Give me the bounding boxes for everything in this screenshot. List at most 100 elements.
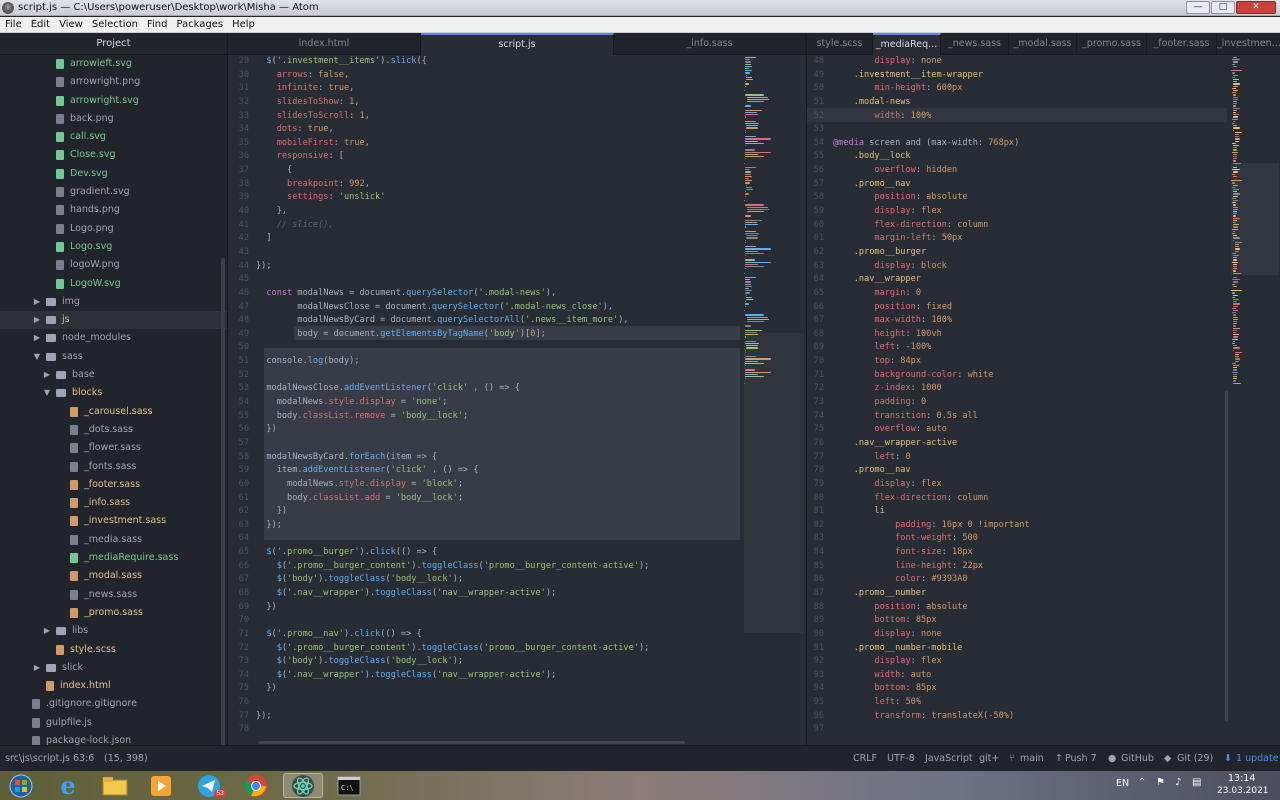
tree-item[interactable]: Logo.png — [0, 220, 227, 238]
tree-item[interactable]: arrowright.svg — [0, 92, 227, 110]
chevron-right-icon[interactable]: ▶ — [42, 366, 52, 384]
chrome-icon[interactable] — [236, 773, 276, 798]
menu-edit[interactable]: Edit — [31, 19, 50, 30]
clock-date[interactable]: 23.03.2021 — [1217, 786, 1269, 796]
tree-item[interactable]: style.scss — [0, 641, 227, 659]
tree-item[interactable]: Dev.svg — [0, 165, 227, 183]
tree-scrollbar[interactable] — [221, 258, 225, 748]
tray-expand-icon[interactable]: ⌃ — [1138, 777, 1146, 788]
status-git[interactable]: Git (29) — [1177, 753, 1213, 764]
tree-item[interactable]: _dots.sass — [0, 421, 227, 439]
tree-item[interactable]: _promo.sass — [0, 604, 227, 622]
volume-icon[interactable]: ♪ — [1175, 777, 1181, 788]
internet-explorer-icon[interactable]: e — [48, 771, 88, 800]
tree-item[interactable]: .gitignore.gitignore — [0, 695, 227, 713]
tree-item[interactable]: gulpfile.js — [0, 714, 227, 732]
tree-item[interactable]: gradient.svg — [0, 183, 227, 201]
tree-item[interactable]: ▼ sass — [0, 348, 227, 366]
tree-item[interactable]: ▶ libs — [0, 622, 227, 640]
code-editor-right[interactable]: display: none .investment__item-wrapper … — [833, 55, 1030, 737]
editor-tab[interactable]: _modal.sass — [1009, 33, 1077, 55]
status-grammar[interactable]: JavaScript — [925, 753, 973, 764]
editor-tab[interactable]: _info.sass — [614, 33, 806, 55]
code-editor[interactable]: $('.investment__items').slick({ arrows: … — [256, 55, 649, 737]
minimize-button[interactable]: — — [1186, 1, 1210, 14]
minimap-right[interactable] — [1231, 55, 1279, 745]
close-button[interactable]: ✕ — [1236, 1, 1276, 14]
tree-item[interactable]: _carousel.sass — [0, 403, 227, 421]
status-line-ending[interactable]: CRLF — [853, 753, 877, 764]
editor-tab[interactable]: _mediaReq... — [873, 33, 941, 55]
tree-item[interactable]: _mediaRequire.sass — [0, 549, 227, 567]
chevron-right-icon[interactable]: ▶ — [32, 311, 42, 329]
chevron-down-icon[interactable]: ▼ — [32, 348, 42, 366]
maximize-button[interactable]: □ — [1211, 1, 1235, 14]
tree-item[interactable]: _investment.sass — [0, 512, 227, 530]
tree-item[interactable]: back.png — [0, 110, 227, 128]
vertical-scrollbar-right[interactable] — [1225, 391, 1228, 721]
tree-item[interactable]: package-lock.json — [0, 732, 227, 745]
status-branch[interactable]: main — [1020, 753, 1044, 764]
status-push[interactable]: Push 7 — [1065, 753, 1097, 764]
tree-item[interactable]: _modal.sass — [0, 567, 227, 585]
status-git-plus[interactable]: git+ — [979, 753, 999, 764]
chevron-right-icon[interactable]: ▶ — [32, 659, 42, 677]
tree-item[interactable]: _info.sass — [0, 494, 227, 512]
editor-tab[interactable]: style.scss — [807, 33, 873, 55]
telegram-icon[interactable]: 53 — [189, 773, 229, 798]
horizontal-scrollbar[interactable] — [258, 741, 685, 744]
editor-tab[interactable]: _news.sass — [941, 33, 1009, 55]
chevron-right-icon[interactable]: ▶ — [42, 622, 52, 640]
network-icon[interactable]: ▤ — [1192, 777, 1201, 788]
tree-item[interactable]: Close.svg — [0, 146, 227, 164]
tree-item[interactable]: logoW.png — [0, 256, 227, 274]
tree-item[interactable]: call.svg — [0, 128, 227, 146]
tree-item[interactable]: _fonts.sass — [0, 458, 227, 476]
tree-item[interactable]: arrowleft.svg — [0, 55, 227, 73]
menu-view[interactable]: View — [59, 19, 83, 30]
tree-item[interactable]: ▶ slick — [0, 659, 227, 677]
tree-item[interactable]: arrowright.png — [0, 73, 227, 91]
terminal-icon[interactable]: C:\ — [329, 773, 369, 798]
minimap-viewport-right[interactable] — [1231, 163, 1279, 275]
minimap-viewport[interactable] — [744, 333, 804, 633]
tree-item[interactable]: ▶ base — [0, 366, 227, 384]
status-file-path[interactable]: src\js\script.js — [5, 753, 70, 764]
tree-item[interactable]: _flower.sass — [0, 439, 227, 457]
status-update[interactable]: 1 update — [1236, 753, 1279, 764]
status-encoding[interactable]: UTF-8 — [887, 753, 915, 764]
tree-item[interactable]: ▶ js — [0, 311, 227, 330]
tree-item[interactable]: hands.png — [0, 201, 227, 219]
menu-help[interactable]: Help — [232, 19, 255, 30]
tree-item[interactable]: _footer.sass — [0, 476, 227, 494]
atom-taskbar-icon[interactable] — [283, 773, 323, 798]
chevron-right-icon[interactable]: ▶ — [32, 293, 42, 311]
tree-item[interactable]: ▼ blocks — [0, 384, 227, 402]
menu-find[interactable]: Find — [147, 19, 168, 30]
menu-file[interactable]: File — [5, 19, 22, 30]
editor-tab[interactable]: script.js — [421, 33, 614, 55]
editor-tab[interactable]: _investmen... — [1217, 33, 1280, 55]
tree-item[interactable]: Logo.svg — [0, 238, 227, 256]
media-player-icon[interactable] — [141, 773, 181, 798]
editor-tab[interactable]: index.html — [228, 33, 421, 55]
file-explorer-icon[interactable] — [95, 773, 135, 798]
tree-item[interactable]: ▶ img — [0, 293, 227, 311]
tree-item[interactable]: index.html — [0, 677, 227, 695]
chevron-down-icon[interactable]: ▼ — [42, 384, 52, 402]
tree-item[interactable]: _media.sass — [0, 531, 227, 549]
menu-selection[interactable]: Selection — [92, 19, 138, 30]
menu-packages[interactable]: Packages — [176, 19, 223, 30]
clock-time[interactable]: 13:14 — [1228, 773, 1255, 784]
tree-item[interactable]: ▶ node_modules — [0, 329, 227, 347]
chevron-right-icon[interactable]: ▶ — [32, 329, 42, 347]
action-center-flag-icon[interactable]: ⚑ — [1156, 777, 1165, 788]
status-cursor-position[interactable]: 63:6 — [73, 753, 94, 764]
language-indicator[interactable]: EN — [1116, 778, 1129, 789]
status-github[interactable]: GitHub — [1121, 753, 1154, 764]
tree-item[interactable]: LogoW.svg — [0, 275, 227, 293]
editor-tab[interactable]: _footer.sass — [1147, 33, 1217, 55]
tree-item[interactable]: _news.sass — [0, 586, 227, 604]
start-button[interactable] — [1, 773, 41, 798]
editor-tab[interactable]: _promo.sass — [1077, 33, 1147, 55]
